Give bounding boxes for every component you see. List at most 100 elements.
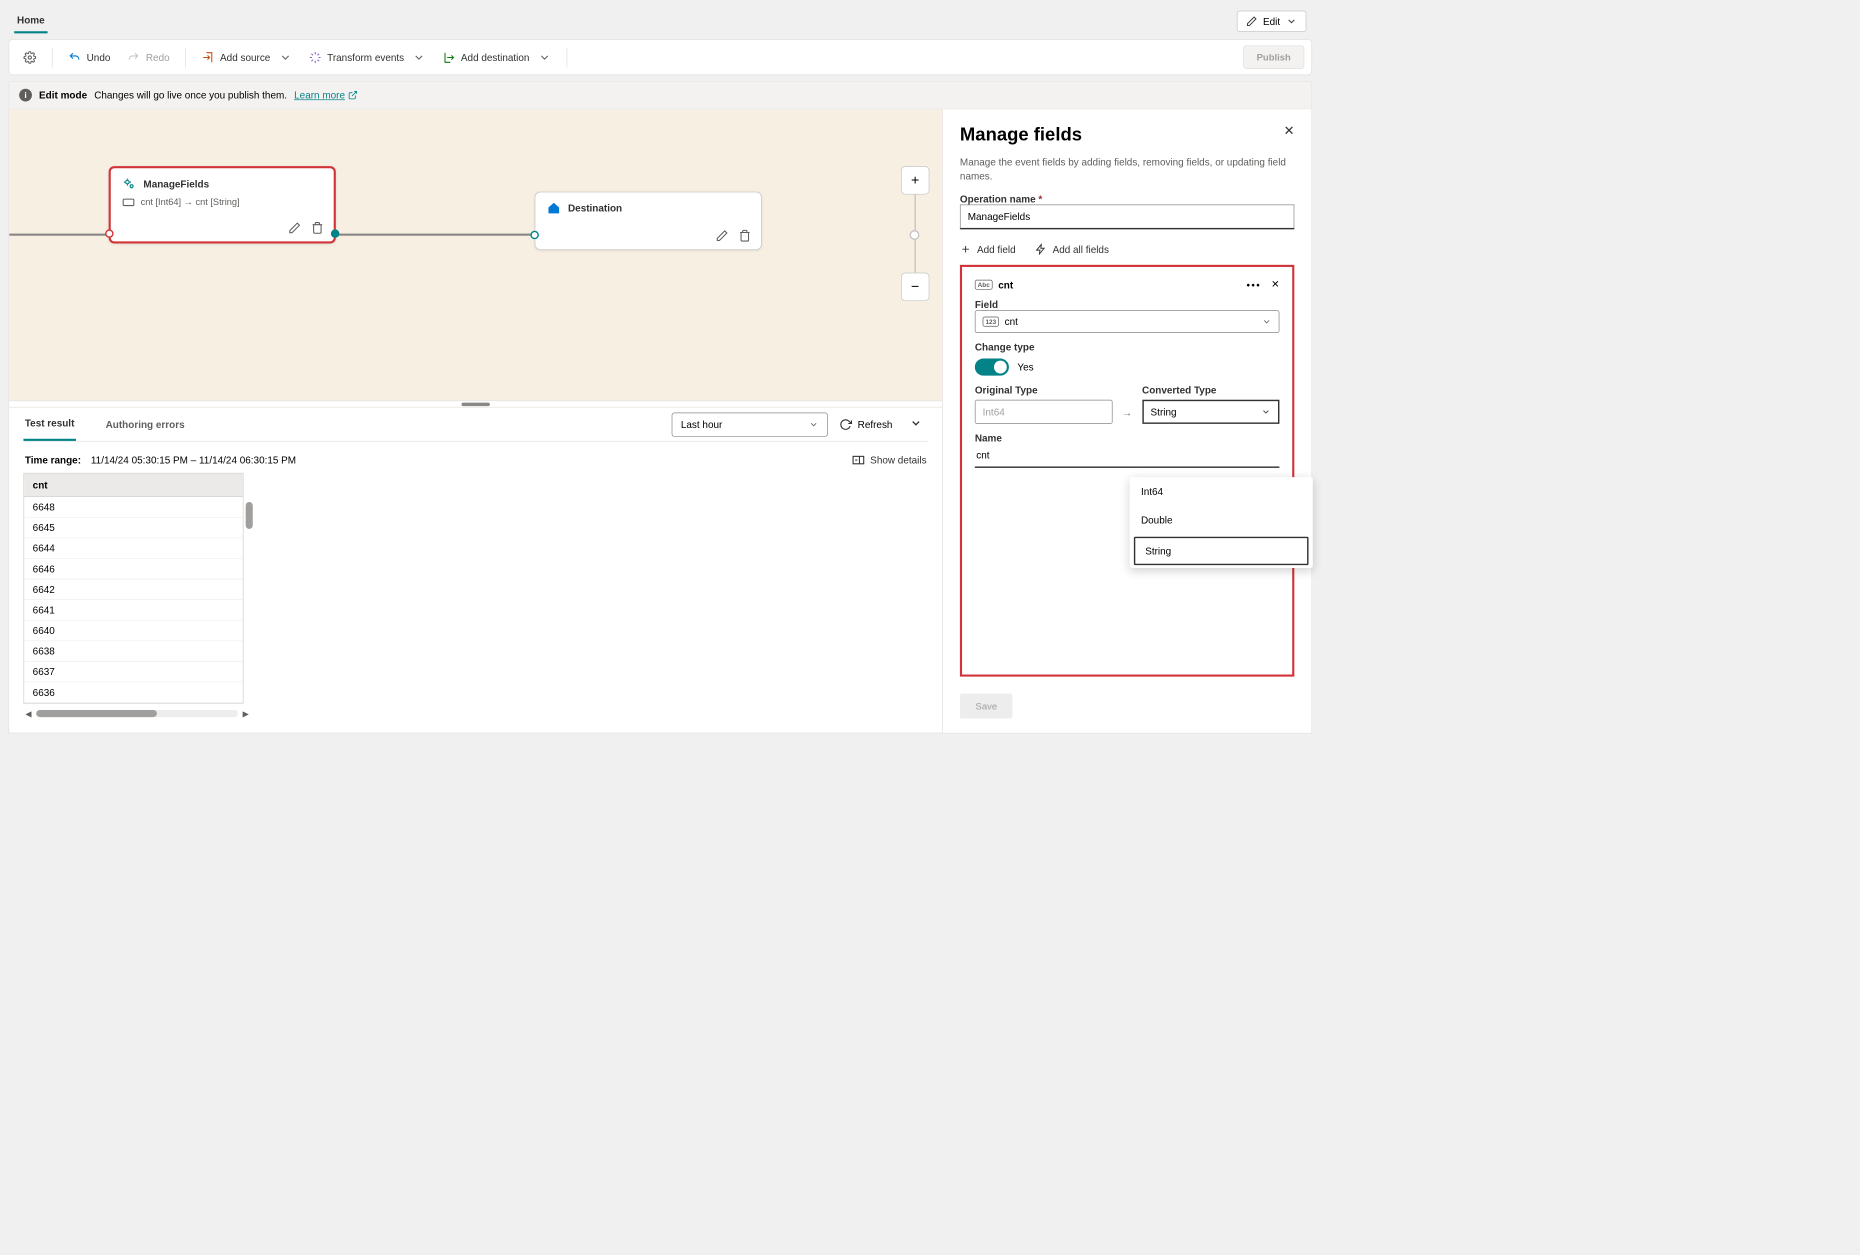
port-in[interactable] xyxy=(105,229,114,238)
toolbar: Undo Redo Add source Transform events Ad… xyxy=(9,39,1313,75)
type-dropdown: Int64 Double String xyxy=(1130,477,1313,568)
zoom-out-button[interactable]: − xyxy=(901,273,929,301)
field-select[interactable]: 123 cnt xyxy=(975,310,1280,333)
lightning-icon xyxy=(1036,244,1047,255)
table-row[interactable]: 6644 xyxy=(24,538,243,559)
add-source-button[interactable]: Add source xyxy=(194,47,298,68)
horizontal-scrollbar[interactable] xyxy=(36,710,238,717)
add-field-button[interactable]: Add field xyxy=(960,244,1016,255)
info-bar: i Edit mode Changes will go live once yo… xyxy=(9,81,1313,109)
table-row[interactable]: 6637 xyxy=(24,662,243,683)
field-value: cnt xyxy=(1005,316,1018,327)
zoom-control: + − xyxy=(901,166,929,301)
time-range-text: 11/14/24 05:30:15 PM – 11/14/24 06:30:15… xyxy=(91,454,296,465)
zoom-thumb[interactable] xyxy=(910,230,920,240)
redo-icon xyxy=(127,51,140,64)
edge xyxy=(336,234,535,236)
learn-more-label: Learn more xyxy=(294,89,345,100)
operation-name-label: Operation name * xyxy=(960,193,1294,204)
tab-home[interactable]: Home xyxy=(14,9,47,34)
port-in[interactable] xyxy=(530,231,539,240)
splitter[interactable] xyxy=(9,400,942,407)
table-row[interactable]: 6641 xyxy=(24,600,243,621)
details-icon xyxy=(852,455,865,465)
pencil-icon[interactable] xyxy=(288,222,301,235)
column-header-cnt[interactable]: cnt xyxy=(24,474,243,497)
port-out[interactable] xyxy=(331,229,340,238)
edit-button[interactable]: Edit xyxy=(1237,10,1307,31)
transform-label: Transform events xyxy=(327,51,404,62)
tab-test-result[interactable]: Test result xyxy=(23,408,75,441)
table-row[interactable]: 6640 xyxy=(24,621,243,642)
show-details-button[interactable]: Show details xyxy=(852,454,927,465)
scroll-left-button[interactable]: ◀ xyxy=(23,709,33,719)
undo-button[interactable]: Undo xyxy=(61,47,117,68)
source-icon xyxy=(202,51,215,64)
tab-authoring-errors[interactable]: Authoring errors xyxy=(104,409,186,440)
change-type-toggle[interactable] xyxy=(975,359,1009,376)
operation-name-input[interactable] xyxy=(960,205,1294,230)
table-row[interactable]: 6636 xyxy=(24,682,243,703)
trash-icon[interactable] xyxy=(738,229,751,242)
field-title: cnt xyxy=(998,279,1013,290)
table-row[interactable]: 6642 xyxy=(24,579,243,600)
collapse-button[interactable] xyxy=(904,414,928,435)
learn-more-link[interactable]: Learn more xyxy=(294,89,358,100)
dropdown-item-string[interactable]: String xyxy=(1134,537,1309,565)
refresh-button[interactable]: Refresh xyxy=(839,418,892,431)
trash-icon[interactable] xyxy=(311,222,324,235)
add-destination-button[interactable]: Add destination xyxy=(435,47,557,68)
scroll-thumb[interactable] xyxy=(36,710,157,717)
converted-type-select[interactable]: String xyxy=(1142,400,1279,424)
node-destination[interactable]: Destination xyxy=(535,192,762,250)
field-icon xyxy=(122,197,135,207)
close-button[interactable]: ✕ xyxy=(1284,124,1295,139)
publish-button: Publish xyxy=(1243,45,1304,68)
refresh-label: Refresh xyxy=(858,419,893,430)
settings-button[interactable] xyxy=(16,47,43,68)
scroll-right-button[interactable]: ▶ xyxy=(241,709,251,719)
node-managefields[interactable]: ManageFields cnt [Int64] → cnt [String] xyxy=(109,166,336,243)
name-label: Name xyxy=(975,433,1280,444)
remove-field-button[interactable]: ✕ xyxy=(1271,278,1279,290)
refresh-icon xyxy=(839,418,852,431)
original-type-value: Int64 xyxy=(975,400,1112,424)
undo-label: Undo xyxy=(87,51,111,62)
node-mapping: cnt [Int64] → cnt [String] xyxy=(141,197,240,208)
transform-button[interactable]: Transform events xyxy=(302,47,433,68)
time-range-label: Time range: xyxy=(25,454,81,465)
edit-label: Edit xyxy=(1263,15,1280,26)
abc-icon: Abc xyxy=(975,280,993,290)
table-row[interactable]: 6648 xyxy=(24,497,243,518)
pencil-icon[interactable] xyxy=(716,229,729,242)
name-input[interactable] xyxy=(975,444,1280,468)
table-row[interactable]: 6646 xyxy=(24,559,243,580)
canvas[interactable]: ManageFields cnt [Int64] → cnt [String] xyxy=(9,109,942,400)
external-link-icon xyxy=(348,90,358,100)
save-button: Save xyxy=(960,694,1013,719)
transform-icon xyxy=(309,51,322,64)
chevron-down-icon xyxy=(809,419,819,429)
redo-button: Redo xyxy=(120,47,176,68)
converted-type-value: String xyxy=(1151,406,1177,417)
chevron-down-icon xyxy=(1262,317,1272,327)
node-title: Destination xyxy=(568,202,622,213)
scroll-thumb[interactable] xyxy=(246,502,253,529)
change-type-label: Change type xyxy=(975,342,1280,353)
edge xyxy=(9,234,108,236)
add-all-fields-button[interactable]: Add all fields xyxy=(1036,244,1109,255)
field-card: Abc cnt ••• ✕ Field 123 cnt xyxy=(960,265,1294,677)
chevron-down-icon xyxy=(413,51,426,64)
vertical-scrollbar[interactable] xyxy=(246,491,253,704)
info-icon: i xyxy=(19,89,32,102)
zoom-in-button[interactable]: + xyxy=(901,166,929,194)
dropdown-item-int64[interactable]: Int64 xyxy=(1130,477,1313,505)
more-button[interactable]: ••• xyxy=(1246,279,1261,290)
zoom-slider[interactable] xyxy=(914,195,915,273)
undo-icon xyxy=(68,51,81,64)
table-row[interactable]: 6645 xyxy=(24,518,243,539)
dropdown-item-double[interactable]: Double xyxy=(1130,506,1313,534)
table-row[interactable]: 6638 xyxy=(24,641,243,662)
toggle-yes-label: Yes xyxy=(1017,362,1033,373)
time-range-select[interactable]: Last hour xyxy=(672,412,828,436)
